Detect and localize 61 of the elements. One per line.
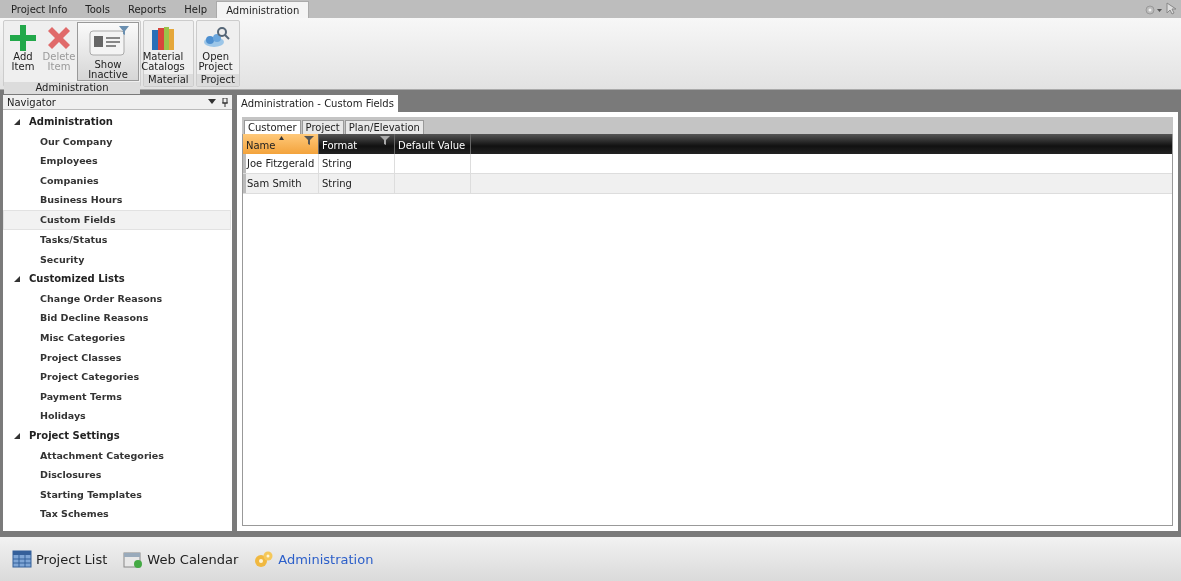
table-icon [12, 550, 32, 568]
filter-icon[interactable] [380, 136, 390, 145]
nav-link[interactable]: Project List [12, 550, 108, 568]
sub-tab[interactable]: Project [301, 120, 344, 134]
tree-item[interactable]: Business Hours [3, 190, 231, 210]
sub-tab[interactable]: Customer [244, 120, 301, 134]
nav-link[interactable]: Administration [254, 550, 374, 568]
ribbon-button[interactable]: Show Inactive [77, 22, 139, 81]
pin-icon[interactable] [222, 97, 228, 107]
calendar-icon [123, 550, 144, 568]
ribbon-button[interactable]: Add Item [5, 22, 41, 81]
tree-item[interactable]: Holidays [3, 406, 231, 426]
gear-icon[interactable] [1145, 5, 1163, 15]
column-header[interactable]: Default Value [395, 134, 471, 154]
tree-item[interactable]: Starting Templates [3, 484, 231, 505]
tree-group[interactable]: Project Settings [3, 425, 232, 446]
tree-item[interactable]: Disclosures [3, 465, 231, 485]
menu-tab[interactable]: Reports [118, 1, 176, 18]
table-cell: String [319, 174, 395, 193]
tree-item[interactable]: Employees [3, 151, 231, 171]
expand-icon[interactable] [13, 117, 21, 126]
tree-item[interactable]: Bid Decline Reasons [3, 308, 231, 328]
column-header[interactable]: Name [243, 134, 319, 154]
tree-item[interactable]: Security [3, 249, 231, 270]
table-cell: Sam Smith [243, 174, 319, 193]
column-header[interactable]: Format [319, 134, 395, 154]
ribbon-button[interactable]: Open Project [197, 22, 234, 73]
tree-item[interactable]: Change Order Reasons [3, 288, 231, 309]
gears-icon [254, 550, 275, 568]
filter-icon[interactable] [304, 136, 314, 145]
panel-title: Navigator [7, 96, 56, 108]
tree-item[interactable]: Tasks/Status [3, 229, 231, 250]
group-label: Project [196, 74, 239, 86]
tree-item[interactable]: Attachment Categories [3, 445, 231, 466]
menu-tab[interactable]: Administration [216, 1, 310, 18]
dropdown-icon[interactable] [208, 99, 216, 105]
expand-icon[interactable] [13, 431, 21, 440]
sub-tab[interactable]: Plan/Elevation [344, 120, 424, 134]
tree-item[interactable]: Project Categories [3, 367, 231, 387]
tree-item[interactable]: Custom Fields [3, 209, 231, 230]
tree-item[interactable]: Misc Categories [3, 327, 231, 348]
tree-group[interactable]: Customized Lists [3, 269, 232, 289]
sort-icon [279, 136, 284, 140]
document-tab[interactable]: Administration - Custom Fields [237, 95, 398, 112]
books-icon [149, 24, 177, 52]
plus-icon [9, 24, 37, 52]
menu-tab[interactable]: Help [175, 1, 217, 18]
id-card-icon [86, 25, 130, 59]
tree-item[interactable]: Our Company [3, 131, 231, 152]
menu-tab[interactable]: Project Info [2, 1, 77, 18]
tree-item[interactable]: Payment Terms [3, 386, 231, 407]
tree-item[interactable]: Tax Schemes [3, 504, 231, 524]
tree-item[interactable]: Companies [3, 170, 231, 191]
expand-icon[interactable] [13, 274, 21, 283]
nav-link[interactable]: Web Calendar [123, 550, 239, 568]
tree-group[interactable]: Administration [3, 112, 232, 132]
table-cell: String [319, 154, 395, 173]
group-label: Administration [4, 82, 140, 94]
menu-tab[interactable]: Tools [76, 1, 119, 18]
tree-item[interactable]: Project Classes [3, 347, 231, 368]
group-label: Material [144, 74, 193, 86]
